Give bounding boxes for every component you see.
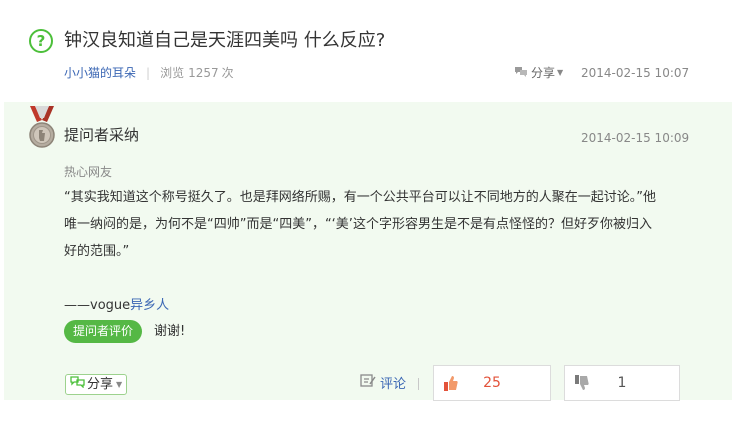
chat-bubbles-icon [70,375,85,394]
question-circle-icon: ? [29,29,53,53]
upvote-button[interactable]: 25 [433,365,551,401]
answer-signature: ——vogue异乡人 [64,292,664,319]
answer-paragraph: “其实我知道这个称号挺久了。也是拜网络所赐，有一个公共平台可以让不同地方的人聚在… [64,190,656,259]
chat-bubbles-icon [514,64,528,82]
share-label: 分享 [87,377,114,392]
action-divider [418,378,419,390]
question-meta: 小小猫的耳朵 | 浏览 1257 次 [64,64,234,82]
views-count: 1257 [188,66,219,80]
asker-evaluation-text: 谢谢! [154,324,186,339]
medal-icon [27,106,57,150]
chevron-down-icon: ▼ [557,68,564,77]
comment-label: 评论 [380,376,407,392]
answer-date: 2014-02-15 10:09 [581,131,690,145]
comment-edit-icon [360,374,376,395]
downvote-button[interactable]: 1 [564,365,680,401]
answer-content: “其实我知道这个称号挺久了。也是拜网络所赐，有一个公共平台可以让不同地方的人聚在… [64,184,664,319]
asker-link[interactable]: 小小猫的耳朵 [64,64,136,82]
comment-button[interactable]: 评论 [360,374,406,395]
views-info: 浏览 1257 次 [160,64,234,82]
share-dropdown-top[interactable]: 分享 ▼ [514,64,563,82]
chevron-down-icon: ▼ [116,380,123,389]
share-label: 分享 [531,66,556,80]
signature-link[interactable]: 异乡人 [130,298,169,313]
question-title: 钟汉良知道自己是天涯四美吗 什么反应? [64,30,386,51]
share-dropdown-bottom[interactable]: 分享 ▼ [65,374,128,395]
meta-divider: | [146,66,151,80]
downvote-count: 1 [617,375,627,391]
views-label: 浏览 [160,66,185,80]
signature-prefix: ——vogue [64,298,131,313]
question-date: 2014-02-15 10:07 [581,66,690,80]
question-page: ? 钟汉良知道自己是天涯四美吗 什么反应? 小小猫的耳朵 | 浏览 1257 次 分… [0,0,732,427]
upvote-count: 25 [483,375,501,391]
views-unit: 次 [221,66,234,80]
adopted-title: 提问者采纳 [64,126,140,144]
answerer-name: 热心网友 [64,165,113,179]
asker-evaluation-badge: 提问者评价 [64,320,143,343]
